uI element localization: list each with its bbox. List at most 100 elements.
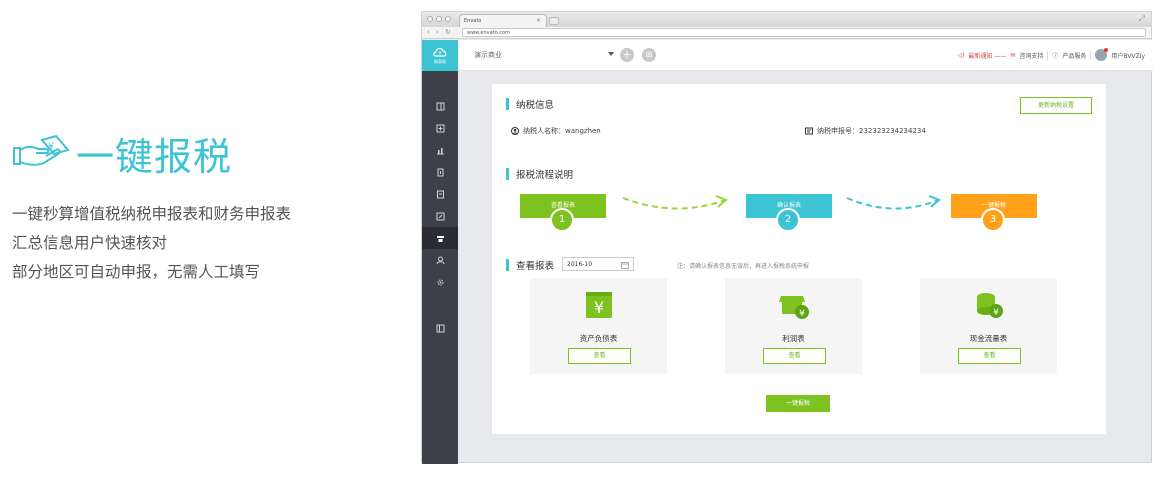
- card-label: 利润表: [782, 334, 805, 343]
- grid-apps-button[interactable]: ⊞: [642, 48, 656, 62]
- fullscreen-icon[interactable]: ⤢: [1139, 14, 1145, 24]
- sidebar-item-voucher[interactable]: [422, 117, 458, 139]
- close-tab-icon[interactable]: ×: [536, 17, 541, 24]
- logo-label: 税表报: [434, 59, 446, 64]
- topbar: 演示商业 + ⊞ ◁) 最新通知 —— ✉ 咨询支持 ⓘ 产品服务 用户BVVZ…: [458, 40, 1153, 71]
- address-bar: ‹ › ↻ www.envato.com: [422, 27, 1151, 39]
- company-select[interactable]: 演示商业: [474, 50, 614, 62]
- user-name[interactable]: 用户BVVZIy: [1111, 51, 1145, 60]
- company-select-value: 演示商业: [474, 51, 502, 59]
- tax-icon: [436, 235, 444, 242]
- document-icon: [436, 190, 444, 198]
- step-view-report: 查看报表 1: [520, 194, 606, 232]
- sidebar-item-tax[interactable]: [422, 227, 458, 249]
- shop-coin-icon: ¥: [779, 296, 809, 319]
- sidebar-item-settings[interactable]: [422, 205, 458, 227]
- section-title-reports: 查看报表: [506, 258, 554, 272]
- svg-text:¥: ¥: [48, 142, 54, 152]
- id-card-icon: [805, 127, 813, 135]
- building-icon: [437, 168, 443, 176]
- support-link[interactable]: 咨询支持: [1019, 51, 1043, 60]
- gear-icon: [437, 279, 443, 285]
- nav-buttons[interactable]: ‹ › ↻: [427, 28, 453, 36]
- hero-line-1: 一键秒算增值税纳税申报表和财务申报表: [12, 205, 292, 223]
- page: ¥ 一键报税 一键秒算增值税纳税申报表和财务申报表 汇总信息用户快速核对 部分地…: [0, 0, 1167, 483]
- step-confirm-report: 确认报表 2: [746, 194, 832, 232]
- plus-box-icon: [436, 124, 444, 132]
- browser-tab-title: Envato: [464, 18, 482, 24]
- card-label: 现金流量表: [969, 334, 1008, 343]
- avatar[interactable]: [1095, 48, 1109, 61]
- sidebar-item-user[interactable]: [422, 249, 458, 271]
- product-link[interactable]: 产品服务: [1062, 51, 1086, 60]
- dashed-arrow-green-icon: [622, 195, 728, 210]
- user-circle-icon: [511, 127, 519, 135]
- view-income-statement-button[interactable]: 查看: [763, 348, 826, 364]
- step-submit: 一键报税 3: [951, 194, 1037, 232]
- help-icon[interactable]: ⓘ: [1052, 51, 1058, 60]
- update-settings-button[interactable]: 更新纳税设置: [1020, 97, 1092, 114]
- hero-title: ¥ 一键报税: [12, 126, 232, 181]
- sidebar-item-report[interactable]: [422, 139, 458, 161]
- tax-content-panel: 纳税信息 更新纳税设置 纳税人名称：wangzhen 纳税申报号：2323232…: [492, 84, 1106, 434]
- hero-title-text: 一键报税: [76, 135, 233, 179]
- taxpayer-id: 纳税申报号：232323234234234: [805, 126, 926, 136]
- notice-link[interactable]: 最新通知 ——: [968, 51, 1006, 60]
- panel-icon: [436, 102, 444, 110]
- step-number: 2: [776, 208, 800, 232]
- svg-text:¥: ¥: [438, 51, 441, 57]
- svg-text:¥: ¥: [594, 298, 604, 317]
- date-value: 2016-10: [567, 261, 593, 268]
- cloud-icon: ¥: [433, 47, 447, 57]
- browser-tab[interactable]: Envato ×: [459, 14, 547, 27]
- yuan-box-icon: ¥: [586, 292, 612, 318]
- divider: [1090, 50, 1092, 60]
- calendar-icon: [621, 262, 629, 269]
- taxpayer-id-text: 纳税申报号：232323234234234: [817, 127, 926, 135]
- chevron-down-icon: [608, 52, 614, 56]
- submit-tax-button[interactable]: 一键报税: [766, 395, 830, 412]
- taxpayer-name: 纳税人名称：wangzhen: [511, 126, 601, 136]
- view-cash-flow-button[interactable]: 查看: [958, 348, 1021, 364]
- card-label: 资产负债表: [579, 334, 618, 343]
- sidebar-item-system[interactable]: [422, 271, 458, 293]
- user-icon: [436, 256, 444, 264]
- svg-text:¥: ¥: [799, 309, 805, 319]
- taxpayer-name-text: 纳税人名称：wangzhen: [523, 127, 601, 135]
- section-title-tax-info: 纳税信息: [506, 97, 554, 111]
- sidebar-item-asset[interactable]: [422, 161, 458, 183]
- speaker-icon[interactable]: ◁): [957, 52, 964, 59]
- app: ¥ 税表报 演示商业 + ⊞ ◁) 最新通知 —— ✉ 咨询支持 ⓘ 产品服务 …: [422, 40, 1153, 464]
- svg-text:¥: ¥: [993, 308, 999, 318]
- add-company-button[interactable]: +: [620, 48, 634, 62]
- edit-icon: [436, 212, 444, 220]
- date-picker[interactable]: 2016-10: [562, 257, 634, 271]
- hero-description: 一键秒算增值税纳税申报表和财务申报表 汇总信息用户快速核对 部分地区可自动申报，…: [12, 200, 291, 287]
- coin-stack-icon: ¥: [977, 293, 1003, 318]
- topbar-actions: ◁) 最新通知 —— ✉ 咨询支持 ⓘ 产品服务 用户BVVZIy: [957, 48, 1145, 61]
- card-income-statement: ¥ 利润表 查看: [725, 278, 862, 374]
- card-balance-sheet: ¥ 资产负债表 查看: [530, 278, 667, 374]
- notification-dot: [1104, 48, 1109, 52]
- new-tab-button[interactable]: [549, 17, 559, 25]
- section-title-flow: 报税流程说明: [506, 167, 573, 181]
- note-text: 注：请确认报表信息无误后，再进入报税系统申报: [677, 263, 810, 270]
- sidebar-item-home[interactable]: [422, 95, 458, 117]
- step-number: 1: [550, 208, 574, 232]
- collapse-icon: [436, 324, 444, 332]
- step-number: 3: [981, 208, 1005, 232]
- window-controls[interactable]: [427, 16, 451, 22]
- sidebar-item-collapse[interactable]: [422, 317, 458, 339]
- dashed-arrow-blue-icon: [846, 195, 941, 210]
- bar-chart-icon: [436, 147, 444, 154]
- browser-titlebar: Envato × ⤢: [422, 12, 1151, 27]
- hand-coin-icon: ¥: [13, 134, 70, 166]
- view-balance-sheet-button[interactable]: 查看: [568, 348, 631, 364]
- sidebar: ¥ 税表报: [422, 40, 458, 464]
- message-icon[interactable]: ✉: [1010, 52, 1015, 59]
- browser-window: Envato × ⤢ ‹ › ↻ www.envato.com ¥ 税表报 演示…: [421, 11, 1153, 464]
- url-input[interactable]: www.envato.com: [462, 28, 1146, 37]
- app-logo[interactable]: ¥ 税表报: [422, 40, 458, 71]
- sidebar-item-invoice[interactable]: [422, 183, 458, 205]
- card-cash-flow: ¥ 现金流量表 查看: [920, 278, 1057, 374]
